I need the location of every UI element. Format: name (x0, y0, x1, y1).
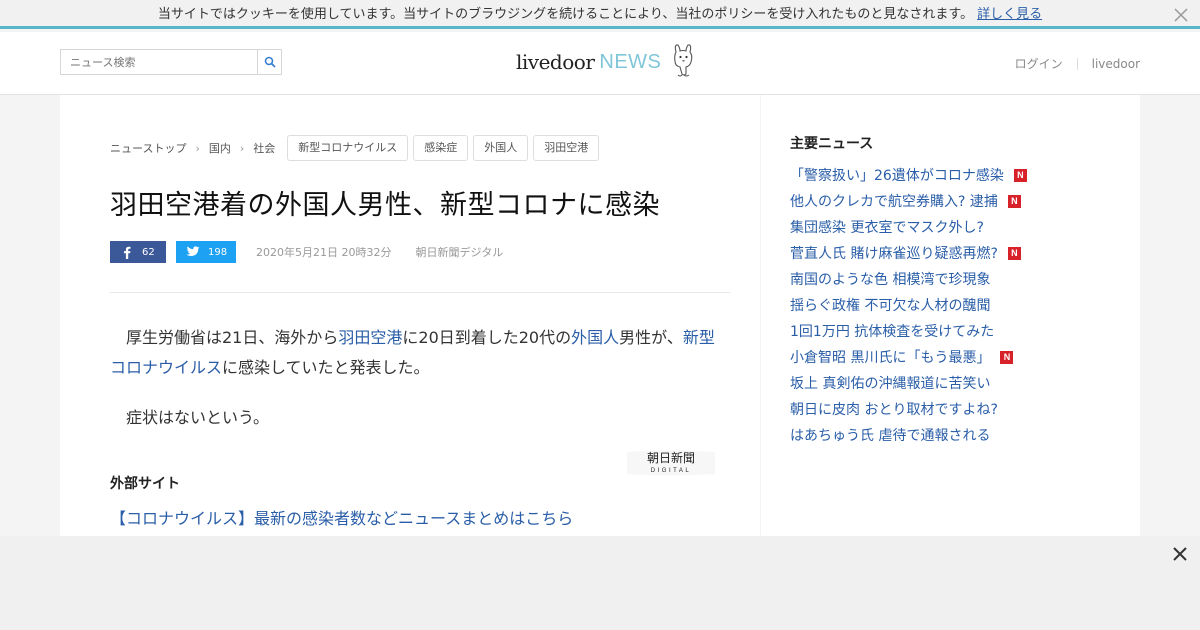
article-source[interactable]: 朝日新聞デジタル (415, 244, 503, 260)
search-input[interactable] (61, 50, 257, 74)
share-row: 62 198 2020年5月21日 20時32分 朝日新聞デジタル (110, 241, 503, 263)
chevron-right-icon: › (239, 141, 245, 155)
dog-mascot-icon (668, 42, 698, 82)
keyword-link[interactable]: 外国人 (571, 328, 619, 347)
tag-haneda-airport[interactable]: 羽田空港 (533, 135, 600, 161)
close-icon[interactable] (1172, 6, 1190, 24)
top-news-title: 菅直人氏 賭け麻雀巡り疑惑再燃? (790, 246, 998, 262)
breadcrumb-news-top[interactable]: ニューストップ (110, 140, 186, 156)
cookie-details-link[interactable]: 詳しく見る (977, 7, 1042, 22)
top-news-title: 揺らぐ政権 不可欠な人材の醜聞 (790, 298, 991, 314)
article-body: 厚生労働省は21日、海外から羽田空港に20日到着した20代の外国人男性が、新型コ… (110, 323, 730, 453)
breadcrumb-domestic[interactable]: 国内 (209, 140, 231, 156)
keyword-link[interactable]: 羽田空港 (338, 328, 402, 347)
topic-tags: 新型コロナウイルス 感染症 外国人 羽田空港 (287, 135, 604, 161)
search-button[interactable] (257, 50, 281, 74)
site-logo[interactable]: livedoor NEWS (516, 44, 698, 80)
top-news-title: はあちゅう氏 虐待で通報される (790, 428, 991, 444)
facebook-icon (116, 246, 138, 259)
header-links: ログイン livedoor (1015, 55, 1140, 72)
breadcrumb-society[interactable]: 社会 (253, 140, 275, 156)
top-news-item[interactable]: 坂上 真剣佑の沖縄報道に苦笑い (790, 370, 1027, 396)
breadcrumb: ニューストップ › 国内 › 社会 新型コロナウイルス 感染症 外国人 羽田空港 (110, 135, 604, 161)
top-news-list: 「警察扱い」26遺体がコロナ感染 N 他人のクレカで航空券購入? 逮捕 N 集団感染 更… (790, 162, 1027, 448)
paragraph-text: 厚生労働省は21日、海外から (126, 328, 339, 347)
top-news-title: 朝日に皮肉 おとり取材ですよね? (790, 402, 998, 418)
twitter-share-count: 198 (208, 246, 228, 258)
article-date: 2020年5月21日 20時32分 (256, 246, 392, 259)
tag-infectious-disease[interactable]: 感染症 (413, 135, 469, 161)
facebook-share-count: 62 (142, 246, 155, 258)
top-news-item[interactable]: 他人のクレカで航空券購入? 逮捕 N (790, 188, 1027, 214)
twitter-share-button[interactable]: 198 (176, 241, 236, 263)
top-news-item[interactable]: 揺らぐ政権 不可欠な人材の醜聞 (790, 292, 1027, 318)
source-logo-text: 朝日新聞 (647, 450, 695, 465)
facebook-share-button[interactable]: 62 (110, 241, 166, 263)
article-title: 羽田空港着の外国人男性、新型コロナに感染 (110, 190, 660, 221)
top-news-item[interactable]: 集団感染 更衣室でマスク外し? (790, 214, 1027, 240)
article-area: ニューストップ › 国内 › 社会 新型コロナウイルス 感染症 外国人 羽田空港… (60, 95, 760, 536)
top-news-heading: 主要ニュース (790, 136, 874, 152)
login-link[interactable]: ログイン (1015, 55, 1063, 72)
new-badge: N (1007, 246, 1021, 260)
top-news-item[interactable]: 朝日に皮肉 おとり取材ですよね? (790, 396, 1027, 422)
close-icon[interactable] (1170, 544, 1190, 564)
ad-banner (0, 536, 1200, 630)
top-news-item[interactable]: 1回1万円 抗体検査を受けてみた (790, 318, 1027, 344)
logo-livedoor: livedoor (516, 50, 595, 74)
top-news-item[interactable]: 小倉智昭 黒川氏に「もう最悪」 N (790, 344, 1027, 370)
search-box (60, 49, 282, 75)
top-news-title: 坂上 真剣佑の沖縄報道に苦笑い (790, 376, 991, 392)
top-news-item[interactable]: 南国のような色 相模湾で珍現象 (790, 266, 1027, 292)
tag-foreigner[interactable]: 外国人 (473, 135, 529, 161)
twitter-icon (182, 246, 204, 258)
chevron-right-icon: › (195, 141, 200, 155)
tag-covid[interactable]: 新型コロナウイルス (287, 135, 409, 161)
article-paragraph: 症状はないという。 (126, 408, 270, 427)
sidebar: 主要ニュース 「警察扱い」26遺体がコロナ感染 N 他人のクレカで航空券購入? 逮捕… (761, 95, 1140, 536)
new-badge: N (1007, 194, 1021, 208)
top-news-title: 1回1万円 抗体検査を受けてみた (790, 324, 995, 340)
divider (1076, 57, 1078, 70)
livedoor-link[interactable]: livedoor (1092, 57, 1140, 71)
new-badge: N (1000, 350, 1014, 364)
top-news-item[interactable]: 菅直人氏 賭け麻雀巡り疑惑再燃? N (790, 240, 1027, 266)
article-paragraph: 厚生労働省は21日、海外から羽田空港に20日到着した20代の外国人男性が、新型コ… (110, 323, 730, 383)
top-news-title: 集団感染 更衣室でマスク外し? (790, 220, 984, 236)
top-news-title: 小倉智昭 黒川氏に「もう最悪」 (790, 350, 991, 366)
logo-news: NEWS (599, 50, 662, 73)
paragraph-text: に感染していたと発表した。 (222, 358, 430, 377)
asahi-digital-logo[interactable]: 朝日新聞 DIGITAL (623, 448, 719, 478)
paragraph-text: に20日到着した20代の (402, 328, 572, 347)
top-news-title: 他人のクレカで航空券購入? 逮捕 (790, 194, 998, 210)
site-header: livedoor NEWS ログイン livedoor (0, 32, 1200, 95)
source-logo-subtext: DIGITAL (651, 468, 691, 474)
new-badge: N (1013, 168, 1027, 182)
search-icon (264, 56, 276, 68)
top-news-item[interactable]: はあちゅう氏 虐待で通報される (790, 422, 1027, 448)
top-news-item[interactable]: 「警察扱い」26遺体がコロナ感染 N (790, 162, 1027, 188)
top-news-title: 「警察扱い」26遺体がコロナ感染 (790, 168, 1004, 184)
external-covid-link[interactable]: 【コロナウイルス】最新の感染者数などニュースまとめはこちら (110, 505, 573, 529)
divider (110, 292, 730, 293)
external-sites-heading: 外部サイト (110, 476, 180, 492)
top-news-title: 南国のような色 相模湾で珍現象 (790, 272, 991, 288)
paragraph-text: 男性が、 (619, 328, 683, 347)
cookie-banner: 当サイトではクッキーを使用しています。当サイトのブラウジングを続けることにより、… (0, 0, 1200, 29)
cookie-message: 当サイトではクッキーを使用しています。当サイトのブラウジングを続けることにより、… (157, 7, 974, 22)
